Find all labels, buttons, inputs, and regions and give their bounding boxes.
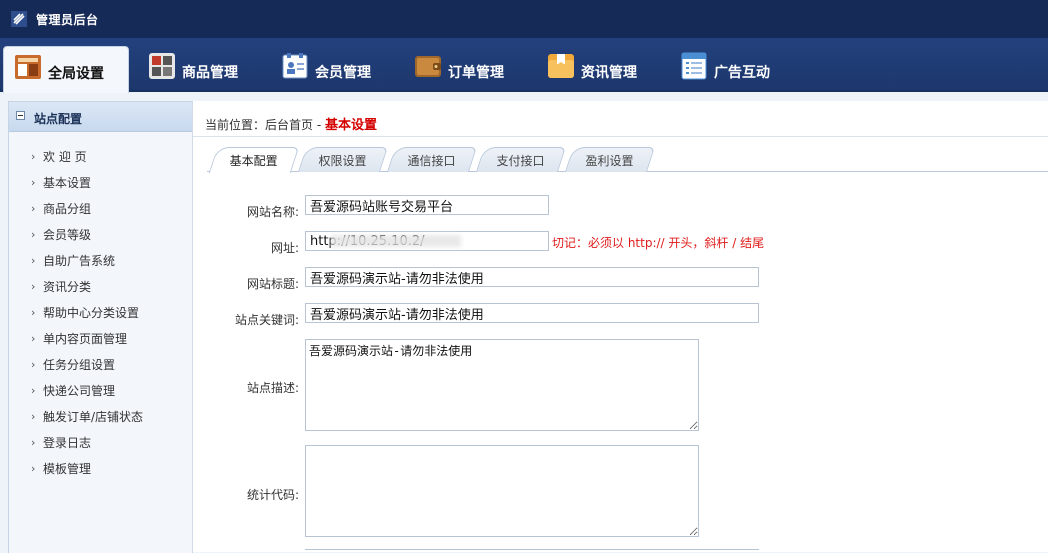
breadcrumb-separator: - <box>313 118 325 132</box>
sidebar-item-help-categories[interactable]: › 帮助中心分类设置 <box>9 300 192 326</box>
site-name-label: 网站名称: <box>246 205 299 219</box>
description-textarea[interactable]: 吾爱源码演示站-请勿非法使用 <box>305 339 699 431</box>
sidebar-item-label: 会员等级 <box>43 228 92 242</box>
chevron-right-icon: › <box>31 332 36 345</box>
sidebar-item-news-categories[interactable]: › 资讯分类 <box>9 274 192 300</box>
chevron-right-icon: › <box>31 176 36 189</box>
main-nav: 全局设置 商品管理 会员管理 订单管理 资讯管理 广告互动 <box>0 38 1048 93</box>
url-input[interactable] <box>305 231 549 251</box>
sidebar-item-basic-settings[interactable]: › 基本设置 <box>9 170 192 196</box>
folder-icon <box>548 54 574 78</box>
nav-label: 广告互动 <box>714 65 770 81</box>
sidebar-menu: › 欢 迎 页 › 基本设置 › 商品分组 › 会员等级 › 自助广告系统 › 资讯分类 ›… <box>9 132 192 482</box>
title-bar: 管理员后台 <box>0 0 1048 38</box>
app-title: 管理员后台 <box>36 13 99 27</box>
sidebar-item-label: 模板管理 <box>43 462 92 476</box>
site-title-label: 网站标题: <box>246 277 299 291</box>
sidebar-item-label: 登录日志 <box>43 436 92 450</box>
sidebar-item-label: 触发订单/店铺状态 <box>43 410 144 424</box>
sidebar-item-label: 基本设置 <box>43 176 92 190</box>
document-list-icon <box>681 52 707 80</box>
tab-label: 基本配置 <box>229 154 278 168</box>
tab-profit[interactable]: 盈利设置 <box>564 147 656 172</box>
content-panel: 当前位置：后台首页 - 基本设置 基本配置 权限设置 通信接口 支付接口 盈利设… <box>192 101 1048 552</box>
nav-item-ads[interactable]: 广告互动 <box>670 46 794 90</box>
nav-item-products[interactable]: 商品管理 <box>138 46 262 90</box>
sidebar-item-self-ads[interactable]: › 自助广告系统 <box>9 248 192 274</box>
wallet-icon <box>415 56 441 77</box>
next-input-edge <box>305 549 759 553</box>
nav-item-news[interactable]: 资讯管理 <box>537 46 661 90</box>
collapse-icon[interactable] <box>16 111 25 120</box>
tab-payment[interactable]: 支付接口 <box>475 147 567 172</box>
product-grid-icon <box>149 53 175 79</box>
tab-label: 通信接口 <box>407 154 456 168</box>
stats-code-label: 统计代码: <box>246 488 299 502</box>
sidebar-item-couriers[interactable]: › 快递公司管理 <box>9 378 192 404</box>
sidebar-item-member-levels[interactable]: › 会员等级 <box>9 222 192 248</box>
app-logo-icon <box>11 11 27 27</box>
site-name-input[interactable] <box>305 195 549 215</box>
sidebar-item-label: 快递公司管理 <box>43 384 116 398</box>
chevron-right-icon: › <box>31 358 36 371</box>
chevron-right-icon: › <box>31 306 36 319</box>
sidebar-item-order-status[interactable]: › 触发订单/店铺状态 <box>9 404 192 430</box>
site-title-input[interactable] <box>305 267 759 287</box>
nav-label: 商品管理 <box>182 65 238 81</box>
tab-label: 盈利设置 <box>585 154 634 168</box>
sidebar-item-single-pages[interactable]: › 单内容页面管理 <box>9 326 192 352</box>
member-card-icon <box>282 53 308 79</box>
nav-item-members[interactable]: 会员管理 <box>271 46 395 90</box>
sidebar-item-product-groups[interactable]: › 商品分组 <box>9 196 192 222</box>
stats-code-textarea[interactable] <box>305 445 699 537</box>
nav-label: 全局设置 <box>48 66 104 82</box>
tab-label: 权限设置 <box>318 154 367 168</box>
chevron-right-icon: › <box>31 410 36 423</box>
breadcrumb: 当前位置：后台首页 - 基本设置 <box>205 114 377 133</box>
tab-bar: 基本配置 权限设置 通信接口 支付接口 盈利设置 <box>207 147 1048 173</box>
chevron-right-icon: › <box>31 280 36 293</box>
sidebar: 站点配置 › 欢 迎 页 › 基本设置 › 商品分组 › 会员等级 › 自助广告系统 › 资… <box>8 101 193 553</box>
nav-item-global-settings[interactable]: 全局设置 <box>3 46 129 93</box>
chevron-right-icon: › <box>31 228 36 241</box>
sidebar-item-login-logs[interactable]: › 登录日志 <box>9 430 192 456</box>
sidebar-item-welcome[interactable]: › 欢 迎 页 <box>9 144 192 170</box>
nav-label: 资讯管理 <box>581 65 637 81</box>
keywords-input[interactable] <box>305 303 759 323</box>
sidebar-item-label: 商品分组 <box>43 202 92 216</box>
chevron-right-icon: › <box>31 150 36 163</box>
sidebar-item-label: 欢 迎 页 <box>43 150 87 164</box>
sidebar-item-label: 任务分组设置 <box>43 358 116 372</box>
keywords-label: 站点关键词: <box>234 313 299 327</box>
url-label: 网址: <box>270 241 299 255</box>
sidebar-title: 站点配置 <box>34 112 83 126</box>
sidebar-item-label: 单内容页面管理 <box>43 332 128 346</box>
url-hint: 切记：必须以 http:// 开头，斜杆 / 结尾 <box>552 236 765 250</box>
chevron-right-icon: › <box>31 202 36 215</box>
sidebar-item-label: 资讯分类 <box>43 280 92 294</box>
sidebar-item-templates[interactable]: › 模板管理 <box>9 456 192 482</box>
sidebar-item-task-groups[interactable]: › 任务分组设置 <box>9 352 192 378</box>
breadcrumb-prefix: 当前位置： <box>205 118 266 132</box>
nav-label: 会员管理 <box>315 65 371 81</box>
chevron-right-icon: › <box>31 436 36 449</box>
sidebar-item-label: 帮助中心分类设置 <box>43 306 140 320</box>
sidebar-header[interactable]: 站点配置 <box>9 102 192 132</box>
settings-board-icon <box>15 55 41 79</box>
chevron-right-icon: › <box>31 462 36 475</box>
breadcrumb-home[interactable]: 后台首页 <box>265 118 313 132</box>
tab-label: 支付接口 <box>496 154 545 168</box>
chevron-right-icon: › <box>31 384 36 397</box>
tab-communication[interactable]: 通信接口 <box>386 147 478 172</box>
divider <box>193 136 1048 137</box>
nav-item-orders[interactable]: 订单管理 <box>404 46 528 90</box>
description-label: 站点描述: <box>246 381 299 395</box>
sidebar-item-label: 自助广告系统 <box>43 254 116 268</box>
tab-permissions[interactable]: 权限设置 <box>297 147 389 172</box>
chevron-right-icon: › <box>31 254 36 267</box>
url-field-wrap <box>305 231 549 251</box>
nav-label: 订单管理 <box>448 65 504 81</box>
breadcrumb-current: 基本设置 <box>325 118 378 133</box>
tab-basic-config[interactable]: 基本配置 <box>208 147 300 173</box>
